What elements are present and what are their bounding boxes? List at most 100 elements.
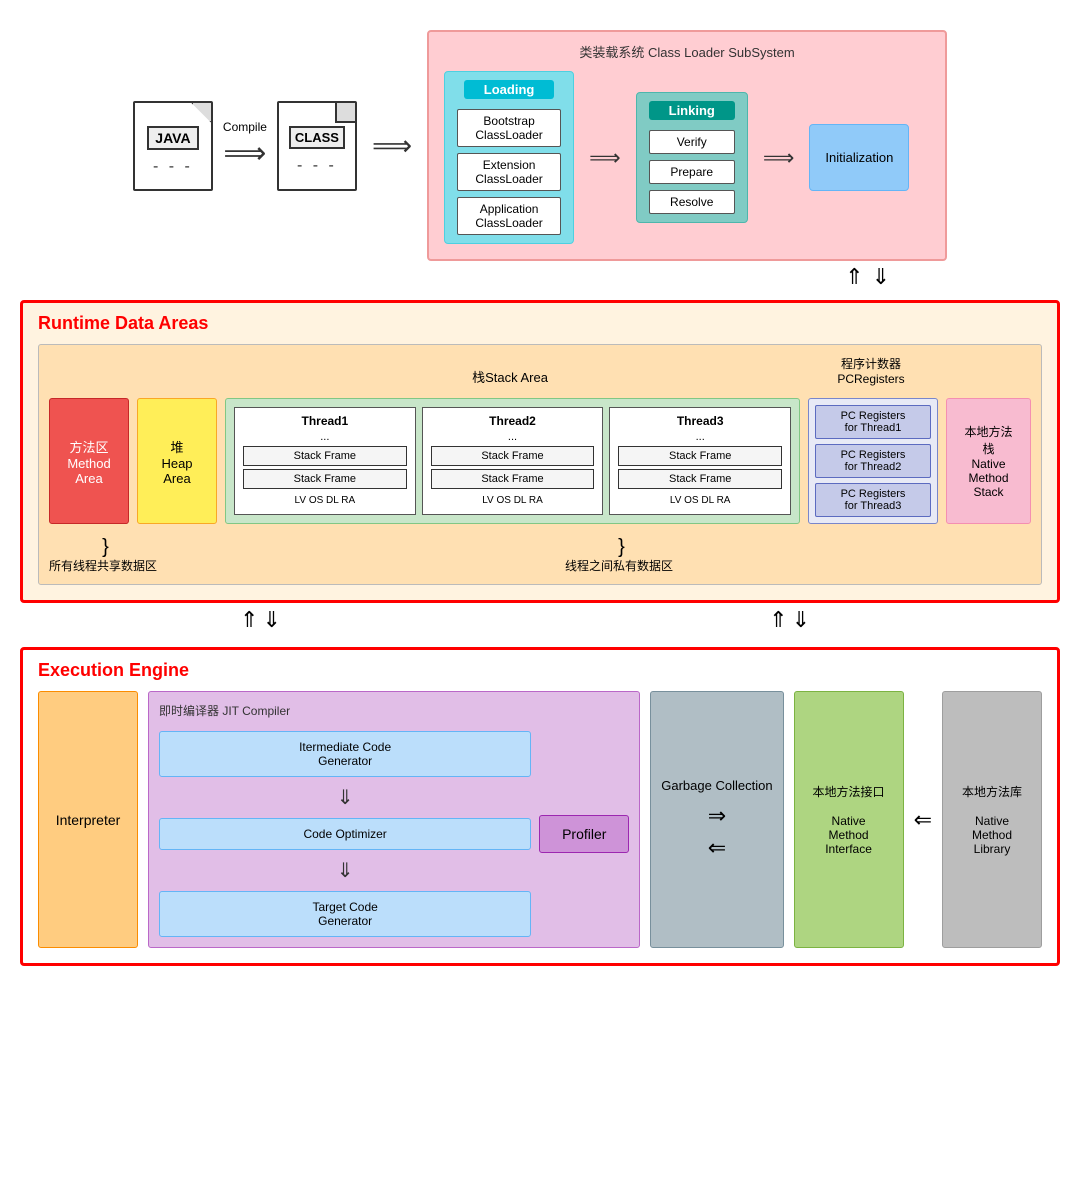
shared-label-area: } 所有线程共享数据区 (49, 537, 157, 574)
nml-to-nmi-arrow: ⇐ (914, 691, 932, 948)
execution-inner: Interpreter 即时编译器 JIT Compiler Itermedia… (38, 691, 1042, 948)
extension-classloader: ExtensionClassLoader (457, 153, 561, 191)
profiler-box: Profiler (539, 815, 629, 853)
resolve-item: Resolve (649, 190, 735, 214)
arrow-up-right: ⇑ (769, 607, 787, 633)
prepare-item: Prepare (649, 160, 735, 184)
runtime-brace-labels: } 所有线程共享数据区 } 线程之间私有数据区 (49, 532, 1031, 574)
diagram-container: JAVA - - - Compile ⟹ CLASS - - - ⟹ 类装载系统… (20, 20, 1060, 966)
top-section: JAVA - - - Compile ⟹ CLASS - - - ⟹ 类装载系统… (20, 20, 1060, 261)
execution-section: Execution Engine Interpreter 即时编译器 JIT C… (20, 647, 1060, 966)
thread1-sf2: Stack Frame (243, 469, 407, 489)
arrow-down-right: ⇓ (792, 607, 810, 633)
classloader-box: 类装载系统 Class Loader SubSystem Loading Boo… (427, 30, 947, 261)
linking-to-init-arrow: ⟹ (763, 145, 795, 171)
jit-steps: Itermediate CodeGenerator ⇓ Code Optimiz… (159, 731, 531, 937)
left-brace: } (102, 537, 104, 557)
runtime-area-labels: 栈Stack Area 程序计数器PCRegisters (49, 355, 1031, 390)
java-file-icon: JAVA - - - (133, 101, 213, 191)
native-stack-label: 本地方法栈NativeMethodStack (964, 423, 1012, 499)
jit-step-1: Itermediate CodeGenerator (159, 731, 531, 777)
method-area-box: 方法区MethodArea (49, 398, 129, 524)
nmi-box: 本地方法接口NativeMethodInterface (794, 691, 904, 948)
application-classloader: ApplicationClassLoader (457, 197, 561, 235)
thread2-col: Thread2 ... Stack Frame Stack Frame LV O… (422, 407, 604, 515)
gc-label: Garbage Collection (661, 778, 772, 793)
pc-thread3: PC Registersfor Thread3 (815, 483, 931, 517)
init-box: Initialization (809, 124, 909, 191)
runtime-to-exec-arrows: ⇑ ⇓ ⇑ ⇓ (20, 603, 1060, 637)
file-to-classloader-arrow: ⟹ (372, 129, 412, 162)
class-dots: - - - (297, 157, 337, 175)
classloader-inner: Loading BootstrapClassLoader ExtensionCl… (444, 71, 930, 244)
runtime-inner: 栈Stack Area 程序计数器PCRegisters 方法区MethodAr… (38, 344, 1042, 585)
interpreter-box: Interpreter (38, 691, 138, 948)
gc-inner: Garbage Collection ⇒ ⇐ (661, 778, 772, 861)
right-brace: } (618, 537, 620, 557)
classloader-title: 类装载系统 Class Loader SubSystem (444, 42, 930, 61)
private-label: 线程之间私有数据区 (565, 557, 673, 574)
stack-area-label: 栈Stack Area (219, 367, 801, 386)
thread1-lv: LV OS DL RA (243, 492, 407, 506)
jit-arrow-1: ⇓ (159, 785, 531, 810)
thread2-lv: LV OS DL RA (431, 492, 595, 506)
thread1-col: Thread1 ... Stack Frame Stack Frame LV O… (234, 407, 416, 515)
thread2-sf1: Stack Frame (431, 446, 595, 466)
runtime-areas-row: 方法区MethodArea 堆HeapArea Thread1 ... Stac… (49, 398, 1031, 524)
native-method-stack-box: 本地方法栈NativeMethodStack (946, 398, 1031, 524)
shared-label: 所有线程共享数据区 (49, 557, 157, 574)
compile-label: Compile (223, 120, 267, 134)
class-label: CLASS (289, 126, 345, 149)
private-label-area: } 线程之间私有数据区 (157, 537, 1031, 574)
nml-box: 本地方法库NativeMethodLibrary (942, 691, 1042, 948)
arrow-down-left: ⇓ (262, 607, 280, 633)
execution-title: Execution Engine (38, 660, 1042, 681)
loading-to-linking-arrow: ⟹ (589, 145, 621, 171)
thread3-lv: LV OS DL RA (618, 492, 782, 506)
heap-area-box: 堆HeapArea (137, 398, 217, 524)
heap-area-label: 堆HeapArea (161, 437, 192, 486)
thread3-title: Thread3 (618, 414, 782, 428)
loading-title: Loading (464, 80, 555, 99)
gc-box: Garbage Collection ⇒ ⇐ (650, 691, 783, 948)
verify-item: Verify (649, 130, 735, 154)
right-arrow-pair: ⇑ ⇓ (769, 607, 810, 633)
nml-label: 本地方法库NativeMethodLibrary (962, 783, 1022, 856)
linking-box: Linking Verify Prepare Resolve (636, 92, 748, 223)
arrow-up-1: ⇑ (845, 264, 863, 290)
jit-inner: Itermediate CodeGenerator ⇓ Code Optimiz… (159, 731, 629, 937)
thread2-title: Thread2 (431, 414, 595, 428)
compile-arrow: Compile ⟹ (223, 120, 267, 171)
jit-box: 即时编译器 JIT Compiler Itermediate CodeGener… (148, 691, 640, 948)
thread3-sf1: Stack Frame (618, 446, 782, 466)
gc-arrow-down: ⇐ (708, 835, 726, 861)
classloader-to-runtime-arrows: ⇑ ⇓ (20, 264, 1060, 290)
linking-title: Linking (649, 101, 735, 120)
java-label: JAVA (147, 126, 198, 150)
thread2-sf2: Stack Frame (431, 469, 595, 489)
jit-step-3: Target CodeGenerator (159, 891, 531, 937)
thread3-col: Thread3 ... Stack Frame Stack Frame LV O… (609, 407, 791, 515)
stack-area-box: Thread1 ... Stack Frame Stack Frame LV O… (225, 398, 800, 524)
thread1-sf1: Stack Frame (243, 446, 407, 466)
jit-step-2: Code Optimizer (159, 818, 531, 850)
pc-thread2: PC Registersfor Thread2 (815, 444, 931, 478)
thread1-title: Thread1 (243, 414, 407, 428)
jit-arrow-2: ⇓ (159, 858, 531, 883)
gc-arrow-up: ⇒ (708, 803, 726, 829)
bootstrap-classloader: BootstrapClassLoader (457, 109, 561, 147)
pc-registers-box: PC Registersfor Thread1 PC Registersfor … (808, 398, 938, 524)
arrow-down-1: ⇓ (872, 264, 890, 290)
left-arrow-pair: ⇑ ⇓ (240, 607, 281, 633)
java-dots: - - - (153, 158, 193, 176)
profiler-label: Profiler (562, 826, 606, 842)
method-area-label: 方法区MethodArea (67, 437, 110, 486)
thread3-sf2: Stack Frame (618, 469, 782, 489)
pc-thread1: PC Registersfor Thread1 (815, 405, 931, 439)
init-label: Initialization (825, 150, 893, 165)
pc-label: 程序计数器PCRegisters (801, 355, 941, 386)
nmi-label: 本地方法接口NativeMethodInterface (813, 783, 885, 856)
jit-title: 即时编译器 JIT Compiler (159, 702, 629, 719)
gc-arrows: ⇒ ⇐ (708, 803, 726, 861)
runtime-title: Runtime Data Areas (38, 313, 1042, 334)
